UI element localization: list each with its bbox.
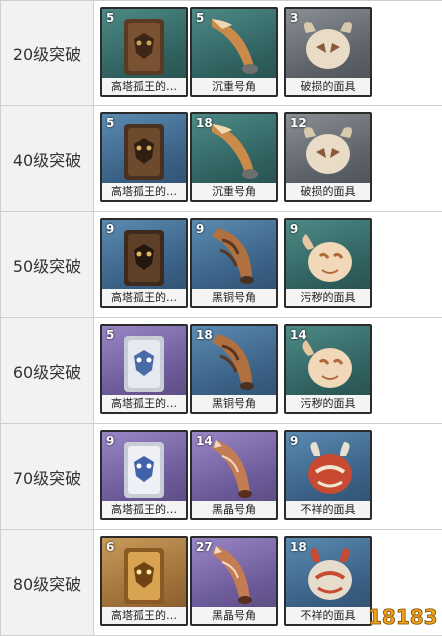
material-name: 破损的面具 xyxy=(286,78,370,95)
ominous-mask-icon xyxy=(308,442,352,494)
material-name: 黑铜号角 xyxy=(192,289,276,306)
row-label-cell: 40级突破 xyxy=(1,106,94,211)
material-name: 高塔孤王的… xyxy=(102,289,186,306)
quantity-label: 9 xyxy=(196,222,205,236)
material-name: 黑晶号角 xyxy=(192,501,276,518)
quantity-label: 18 xyxy=(290,540,307,554)
quantity-label: 9 xyxy=(290,434,299,448)
material-name: 高塔孤王的… xyxy=(102,501,186,518)
material-card[interactable]: 5 沉重号角 xyxy=(190,7,278,97)
material-name: 不祥的面具 xyxy=(286,607,370,624)
svg-text:18183: 18183 xyxy=(368,605,438,629)
tower-king-relic-icon xyxy=(124,336,164,392)
row-label: 20级突破 xyxy=(12,45,82,64)
row-label: 50级突破 xyxy=(12,256,82,276)
material-card[interactable]: 9 高塔孤王的… xyxy=(100,218,188,308)
quantity-label: 14 xyxy=(290,328,307,342)
ascension-row-40: 40级突破 5 高塔孤王的… 18 沉重号角 12 破损的面具 xyxy=(1,106,442,212)
row-label-cell: 80级突破 xyxy=(1,530,94,635)
tower-king-relic-icon xyxy=(124,19,164,75)
ascension-materials-table: 20级突破 5 高塔孤王的… 5 沉重号角 3 破损的面具 40级突破 5 高塔… xyxy=(0,0,442,636)
black-bronze-horn-icon xyxy=(212,228,254,284)
row-label: 60级突破 xyxy=(12,362,82,382)
row-label: 80级突破 xyxy=(12,574,82,594)
quantity-label: 12 xyxy=(290,116,307,130)
material-card[interactable]: 14 污秽的面具 xyxy=(284,324,372,414)
ascension-row-70: 70级突破 9 高塔孤王的… 14 黑晶号角 9 不祥的面具 xyxy=(1,424,442,530)
tower-king-relic-icon xyxy=(124,548,164,604)
row-items: 9 高塔孤王的… 9 黑铜号角 9 污秽的面具 xyxy=(94,212,442,317)
damaged-mask-icon xyxy=(304,22,352,69)
quantity-label: 5 xyxy=(196,11,205,25)
material-name: 高塔孤王的… xyxy=(102,183,186,200)
stained-mask-icon xyxy=(302,234,352,282)
quantity-label: 6 xyxy=(106,540,115,554)
material-card[interactable]: 14 黑晶号角 xyxy=(190,430,278,520)
row-label-cell: 50级突破 xyxy=(1,212,94,317)
tower-king-relic-icon xyxy=(124,124,164,180)
site-logo-icon: 18183 xyxy=(368,605,438,630)
material-name: 沉重号角 xyxy=(192,78,276,95)
quantity-label: 9 xyxy=(106,434,115,448)
tower-king-relic-icon xyxy=(124,442,164,498)
material-name: 黑铜号角 xyxy=(192,395,276,412)
material-card[interactable]: 12 破损的面具 xyxy=(284,112,372,202)
material-card[interactable]: 5 高塔孤王的… xyxy=(100,7,188,97)
quantity-label: 14 xyxy=(196,434,213,448)
material-card[interactable]: 3 破损的面具 xyxy=(284,7,372,97)
material-card[interactable]: 6 高塔孤王的… xyxy=(100,536,188,626)
material-card[interactable]: 5 高塔孤王的… xyxy=(100,324,188,414)
material-card[interactable]: 5 高塔孤王的… xyxy=(100,112,188,202)
row-items: 5 高塔孤王的… 5 沉重号角 3 破损的面具 xyxy=(94,1,442,105)
material-name: 破损的面具 xyxy=(286,183,370,200)
material-card[interactable]: 9 高塔孤王的… xyxy=(100,430,188,520)
material-card[interactable]: 9 不祥的面具 xyxy=(284,430,372,520)
material-card[interactable]: 18 不祥的面具 xyxy=(284,536,372,626)
row-label-cell: 20级突破 xyxy=(1,1,94,105)
material-card[interactable]: 9 黑铜号角 xyxy=(190,218,278,308)
material-name: 不祥的面具 xyxy=(286,501,370,518)
row-label-cell: 70级突破 xyxy=(1,424,94,529)
quantity-label: 9 xyxy=(290,222,299,236)
material-card[interactable]: 18 黑铜号角 xyxy=(190,324,278,414)
material-name: 污秽的面具 xyxy=(286,395,370,412)
material-name: 黑晶号角 xyxy=(192,607,276,624)
quantity-label: 5 xyxy=(106,11,115,25)
row-items: 9 高塔孤王的… 14 黑晶号角 9 不祥的面具 xyxy=(94,424,442,529)
material-name: 污秽的面具 xyxy=(286,289,370,306)
ascension-row-50: 50级突破 9 高塔孤王的… 9 黑铜号角 9 污秽的面具 xyxy=(1,212,442,318)
material-name: 高塔孤王的… xyxy=(102,78,186,95)
row-items: 5 高塔孤王的… 18 黑铜号角 14 污秽的面具 xyxy=(94,318,442,423)
row-label: 40级突破 xyxy=(12,150,82,170)
quantity-label: 18 xyxy=(196,328,213,342)
tower-king-relic-icon xyxy=(124,230,164,286)
ascension-row-60: 60级突破 5 高塔孤王的… 18 黑铜号角 14 污秽的面具 xyxy=(1,318,442,424)
material-name: 高塔孤王的… xyxy=(102,395,186,412)
ascension-row-20: 20级突破 5 高塔孤王的… 5 沉重号角 3 破损的面具 xyxy=(1,0,442,106)
quantity-label: 18 xyxy=(196,116,213,130)
material-name: 沉重号角 xyxy=(192,183,276,200)
material-card[interactable]: 18 沉重号角 xyxy=(190,112,278,202)
quantity-label: 3 xyxy=(290,11,299,25)
material-name: 高塔孤王的… xyxy=(102,607,186,624)
quantity-label: 5 xyxy=(106,328,115,342)
heavy-horn-icon xyxy=(212,19,258,74)
material-card[interactable]: 9 污秽的面具 xyxy=(284,218,372,308)
row-label: 70级突破 xyxy=(12,468,82,488)
quantity-label: 5 xyxy=(106,116,115,130)
material-card[interactable]: 27 黑晶号角 xyxy=(190,536,278,626)
row-label-cell: 60级突破 xyxy=(1,318,94,423)
quantity-label: 9 xyxy=(106,222,115,236)
row-items: 5 高塔孤王的… 18 沉重号角 12 破损的面具 xyxy=(94,106,442,211)
quantity-label: 27 xyxy=(196,540,213,554)
